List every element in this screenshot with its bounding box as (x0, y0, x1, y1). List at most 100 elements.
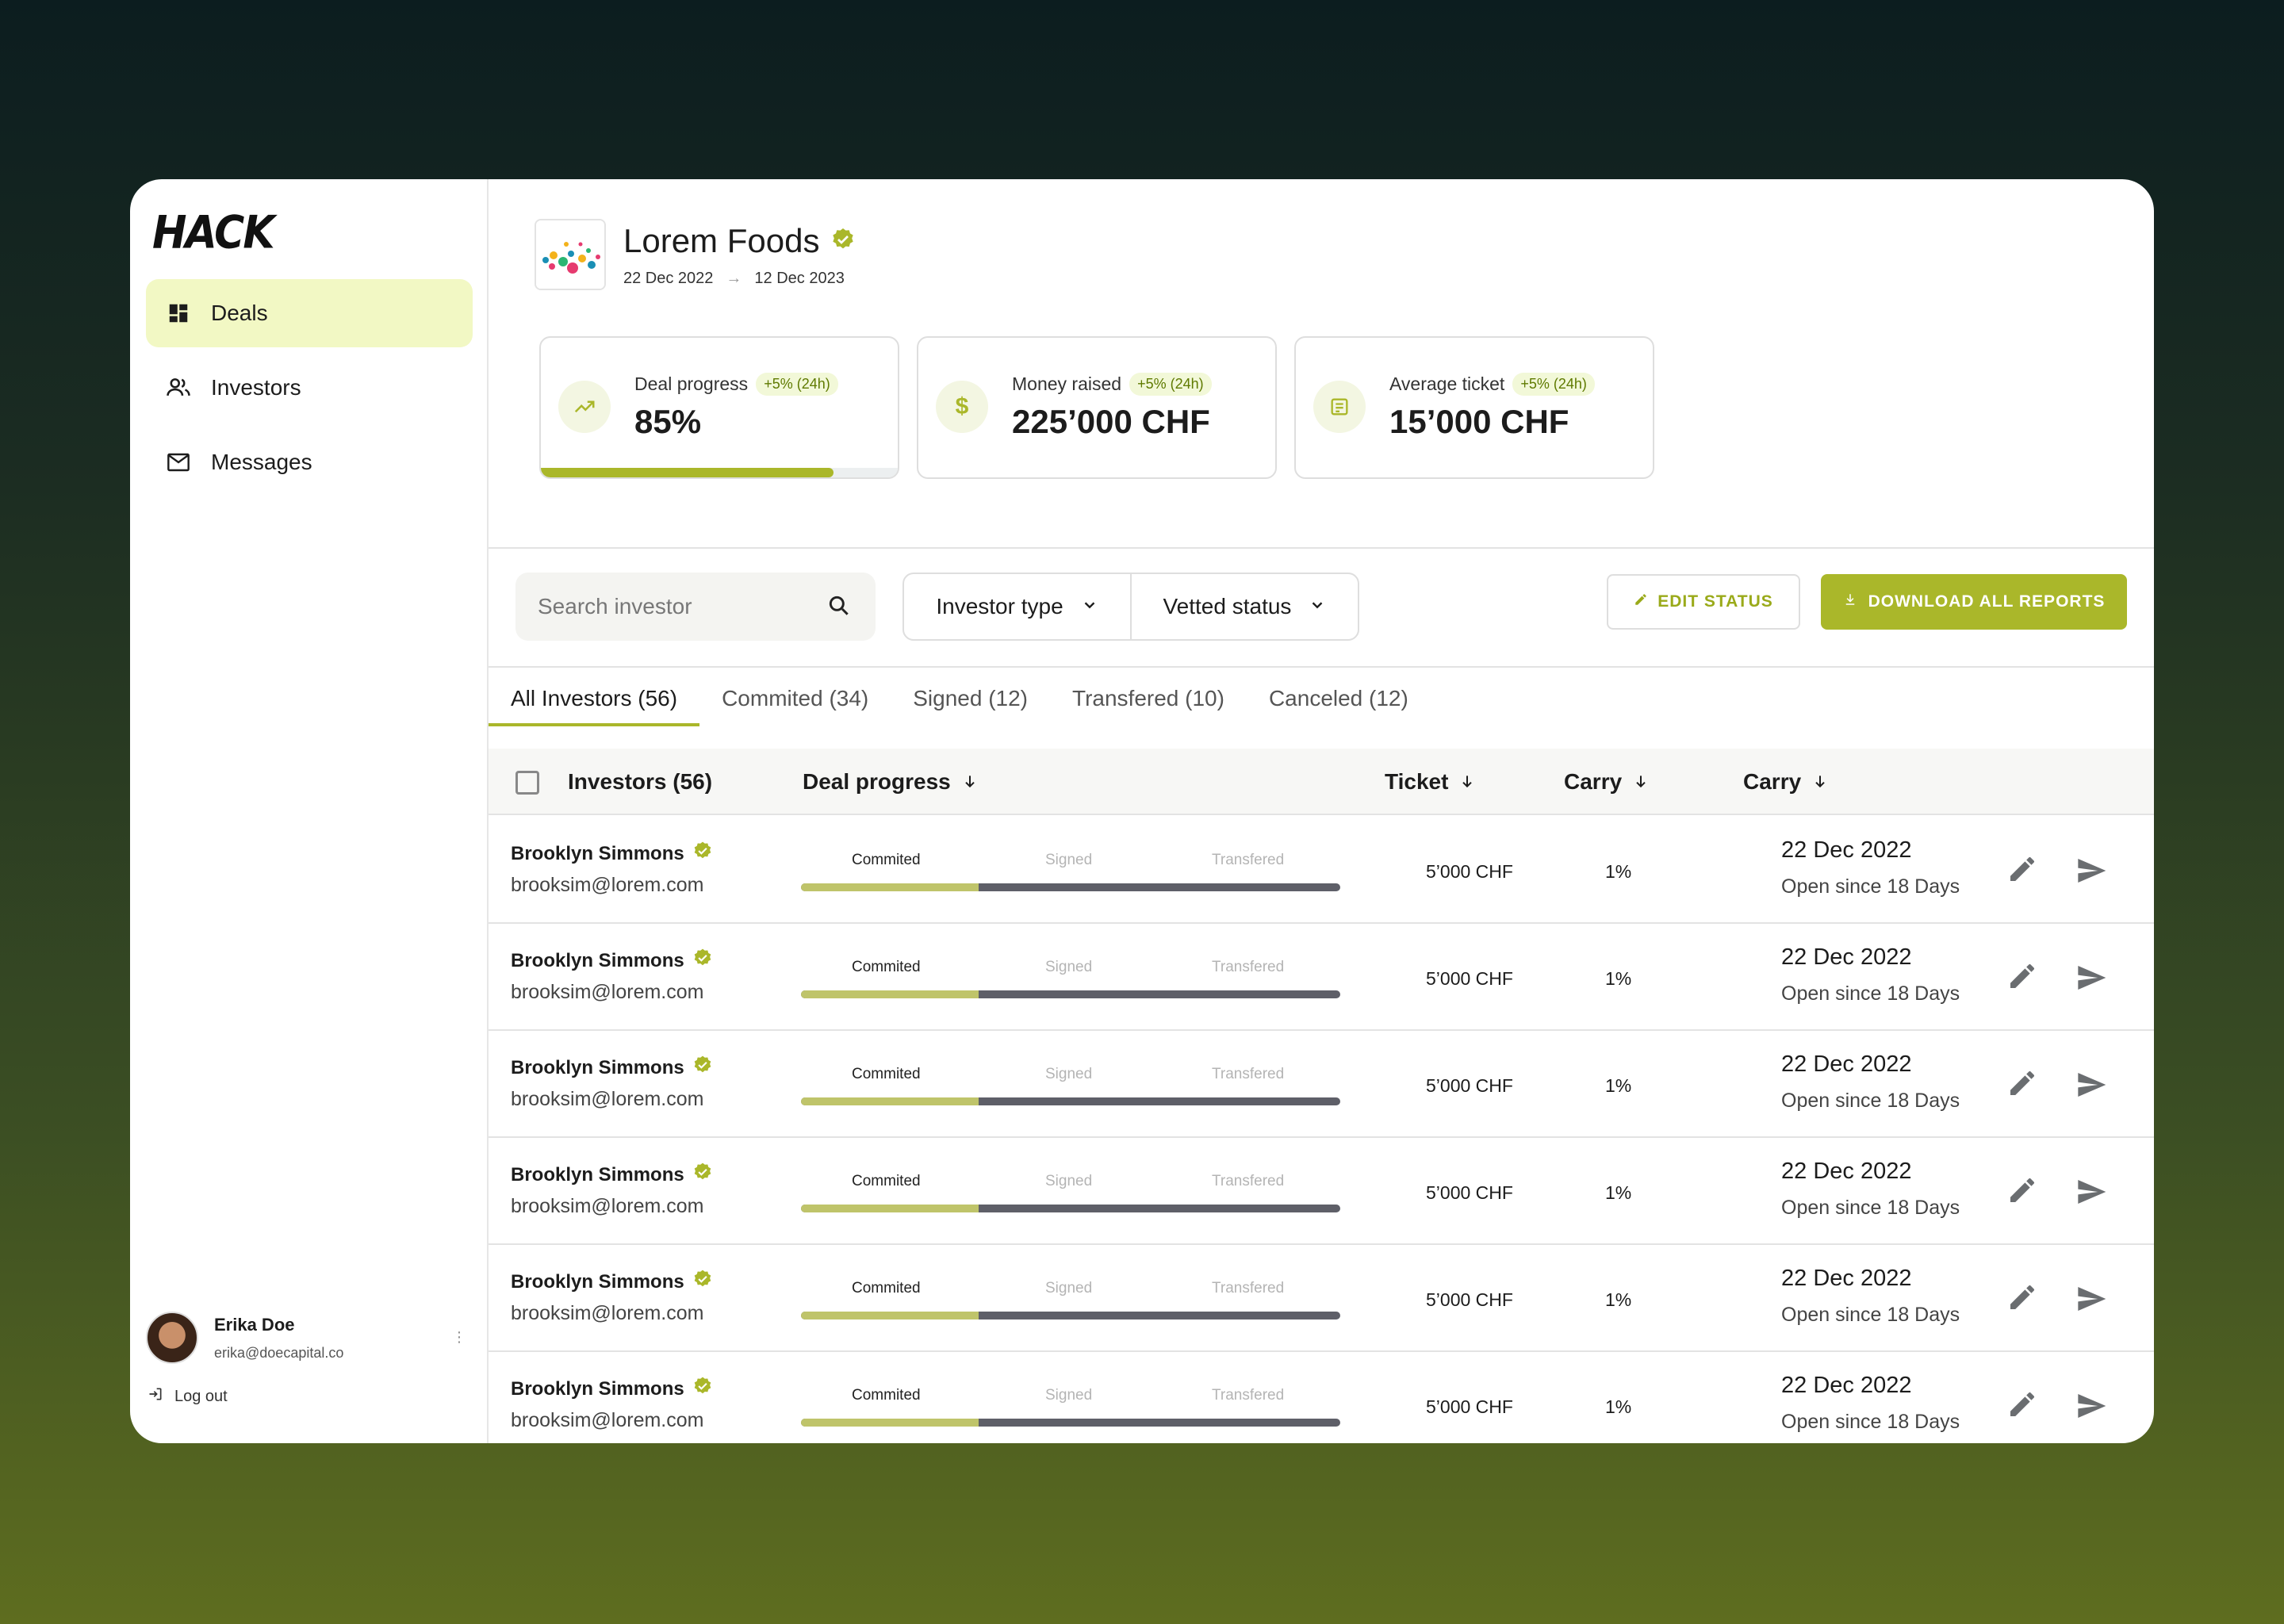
table-body: Brooklyn Simmons brooksim@lorem.com Comm… (489, 817, 2154, 1443)
investor-name: Brooklyn Simmons (511, 1269, 713, 1295)
search-placeholder: Search investor (538, 594, 692, 619)
investor-email: brooksim@lorem.com (511, 1409, 704, 1431)
header-label: Carry (1743, 769, 1802, 794)
header-label: Investors (56) (568, 769, 713, 794)
investor-name-text: Brooklyn Simmons (511, 1377, 684, 1400)
stage-commited: Commited (852, 959, 921, 975)
send-icon[interactable] (2075, 855, 2108, 891)
select-all-checkbox[interactable] (515, 771, 539, 795)
table-row[interactable]: Brooklyn Simmons brooksim@lorem.com Comm… (489, 1352, 2154, 1443)
download-icon (1843, 592, 1857, 611)
deal-progress-fill (801, 1312, 979, 1320)
stage-signed: Signed (1045, 959, 1093, 975)
carry-date: 22 Dec 2022 (1781, 1266, 1912, 1291)
investor-type-select[interactable]: Investor type (904, 574, 1132, 639)
send-icon[interactable] (2075, 1283, 2108, 1319)
deal-logo (535, 219, 606, 290)
table-row[interactable]: Brooklyn Simmons brooksim@lorem.com Comm… (489, 1031, 2154, 1138)
edit-icon[interactable] (2006, 1388, 2038, 1424)
edit-status-button[interactable]: EDIT STATUS (1607, 574, 1800, 630)
header-deal-progress[interactable]: Deal progress (803, 769, 978, 795)
header-ticket[interactable]: Ticket (1385, 769, 1475, 795)
investor-name-text: Brooklyn Simmons (511, 842, 684, 864)
tab-commited[interactable]: Commited (34) (699, 672, 891, 725)
pencil-icon (1634, 592, 1648, 611)
carry-date: 22 Dec 2022 (1781, 1051, 1912, 1077)
edit-icon[interactable] (2006, 853, 2038, 889)
stage-signed: Signed (1045, 852, 1093, 868)
tab-signed[interactable]: Signed (12) (891, 672, 1050, 725)
stat-label: Deal progress +5% (24h) (634, 373, 838, 396)
divider (489, 666, 2154, 668)
open-since: Open since 18 Days (1781, 1304, 1960, 1326)
header-investors[interactable]: Investors (56) (568, 769, 712, 795)
edit-icon[interactable] (2006, 1067, 2038, 1103)
arrow-down-icon (1633, 769, 1649, 795)
deal-title-text: Lorem Foods (623, 222, 820, 259)
deal-progress-fill (801, 1097, 979, 1105)
edit-icon[interactable] (2006, 1281, 2038, 1317)
tab-canceled[interactable]: Canceled (12) (1247, 672, 1431, 725)
search-icon[interactable] (826, 593, 852, 624)
tab-all-investors[interactable]: All Investors (56) (489, 672, 700, 726)
stat-progress-fill (541, 468, 834, 477)
table-row[interactable]: Brooklyn Simmons brooksim@lorem.com Comm… (489, 817, 2154, 924)
search-input[interactable]: Search investor (515, 573, 876, 641)
main-layer: Lorem Foods 22 Dec 2022 → 12 Dec 2023 De… (130, 179, 2154, 1443)
deal-progress-fill (801, 1419, 979, 1427)
open-since: Open since 18 Days (1781, 1411, 1960, 1433)
deal-progress-fill (801, 990, 979, 998)
table-row[interactable]: Brooklyn Simmons brooksim@lorem.com Comm… (489, 1138, 2154, 1245)
stage-commited: Commited (852, 1173, 921, 1189)
send-icon[interactable] (2075, 1069, 2108, 1105)
investor-name-text: Brooklyn Simmons (511, 1056, 684, 1078)
stage-transfered: Transfered (1212, 852, 1285, 868)
ticket-value: 5’000 CHF (1426, 1182, 1513, 1203)
investor-name: Brooklyn Simmons (511, 1055, 713, 1081)
carry-value: 1% (1605, 1396, 1632, 1417)
edit-icon[interactable] (2006, 1174, 2038, 1210)
investor-name: Brooklyn Simmons (511, 841, 713, 867)
filter-label: Investor type (936, 594, 1063, 619)
investor-name-text: Brooklyn Simmons (511, 1270, 684, 1293)
carry-date: 22 Dec 2022 (1781, 1373, 1912, 1398)
stat-progress-track (541, 468, 898, 477)
investor-name: Brooklyn Simmons (511, 1162, 713, 1188)
deal-title: Lorem Foods (623, 222, 856, 260)
stage-signed: Signed (1045, 1173, 1093, 1189)
stat-label-text: Deal progress (634, 373, 749, 394)
send-icon[interactable] (2075, 1390, 2108, 1426)
vetted-status-select[interactable]: Vetted status (1132, 574, 1358, 639)
download-label: DOWNLOAD ALL REPORTS (1868, 592, 2106, 611)
arrow-down-icon (1812, 769, 1828, 795)
edit-icon[interactable] (2006, 960, 2038, 996)
carry-value: 1% (1605, 968, 1632, 989)
header-label: Ticket (1385, 769, 1449, 794)
chevron-down-icon (1309, 594, 1326, 619)
note-icon (1313, 381, 1366, 433)
download-all-reports-button[interactable]: DOWNLOAD ALL REPORTS (1821, 574, 2127, 630)
deal-progress-bar (801, 1097, 1340, 1105)
investor-name: Brooklyn Simmons (511, 1376, 713, 1402)
investor-email: brooksim@lorem.com (511, 874, 704, 896)
table-row[interactable]: Brooklyn Simmons brooksim@lorem.com Comm… (489, 924, 2154, 1031)
table-row[interactable]: Brooklyn Simmons brooksim@lorem.com Comm… (489, 1245, 2154, 1352)
send-icon[interactable] (2075, 962, 2108, 998)
stat-value: 85% (634, 403, 702, 440)
stage-labels: Commited Signed Transfered (801, 852, 1340, 868)
header-carry[interactable]: Carry (1564, 769, 1649, 795)
header-carry-date[interactable]: Carry (1743, 769, 1828, 795)
stat-card-deal-progress: Deal progress +5% (24h) 85% (539, 336, 899, 479)
investor-email: brooksim@lorem.com (511, 1302, 704, 1324)
send-icon[interactable] (2075, 1176, 2108, 1212)
stat-label-text: Money raised (1012, 373, 1122, 394)
stage-labels: Commited Signed Transfered (801, 1280, 1340, 1297)
stage-signed: Signed (1045, 1280, 1093, 1297)
tab-transfered[interactable]: Transfered (10) (1050, 672, 1247, 725)
verified-icon (830, 222, 856, 260)
deal-progress-bar (801, 883, 1340, 891)
stat-value: 15’000 CHF (1389, 403, 1569, 440)
verified-icon (692, 1376, 713, 1402)
ticket-value: 5’000 CHF (1426, 1075, 1513, 1096)
deal-progress-bar (801, 1419, 1340, 1427)
